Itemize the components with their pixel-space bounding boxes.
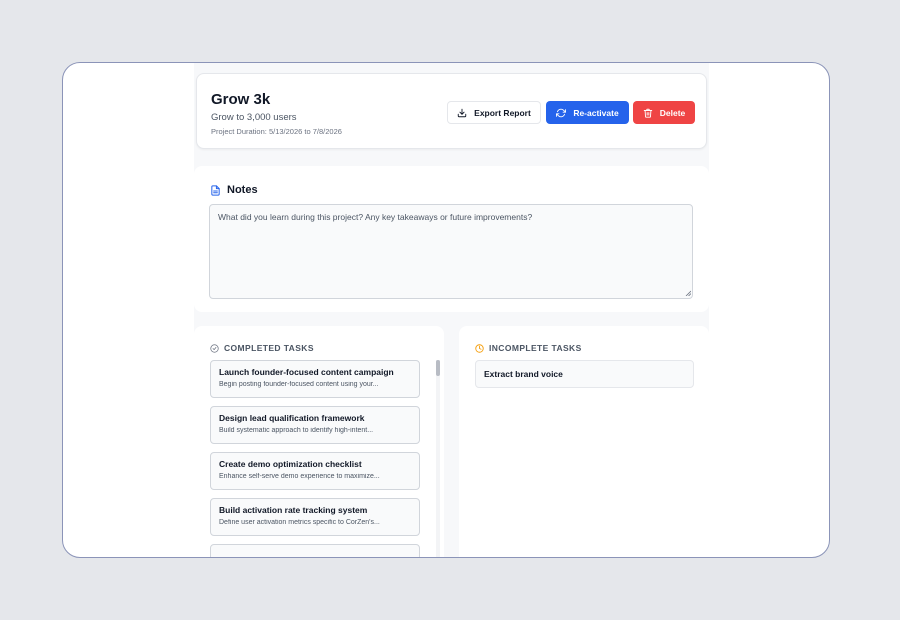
completed-task-item[interactable]: Build activation rate tracking system De… (210, 498, 420, 536)
completed-task-item[interactable]: Design lead qualification framework Buil… (210, 406, 420, 444)
project-content: Grow 3k Grow to 3,000 users Project Dura… (194, 63, 709, 557)
completed-task-item[interactable]: Create demo optimization checklist Enhan… (210, 452, 420, 490)
project-title: Grow 3k (211, 91, 271, 108)
project-subtitle: Grow to 3,000 users (211, 112, 297, 123)
notes-title: Notes (227, 184, 258, 196)
export-report-label: Export Report (474, 107, 531, 118)
task-name: Launch founder-focused content campaign (219, 367, 394, 377)
notes-section: Notes (194, 166, 709, 312)
notes-heading: Notes (210, 184, 258, 196)
document-icon (211, 184, 220, 196)
completed-tasks-label: COMPLETED TASKS (224, 343, 314, 353)
task-name: Design lead qualification framework (219, 413, 365, 423)
trash-icon (643, 108, 652, 118)
task-description: Build systematic approach to identify hi… (219, 427, 374, 434)
delete-button[interactable]: Delete (633, 101, 695, 124)
notes-textarea[interactable] (209, 204, 693, 299)
completed-tasks-panel: COMPLETED TASKS Launch founder-focused c… (194, 326, 444, 557)
reactivate-label: Re-activate (573, 107, 619, 118)
incomplete-tasks-panel: INCOMPLETE TASKS Extract brand voice (459, 326, 709, 557)
task-name: Build activation rate tracking system (219, 505, 368, 515)
incomplete-tasks-heading: INCOMPLETE TASKS (475, 343, 582, 353)
refresh-icon (556, 108, 567, 117)
task-list-scrollbar[interactable] (436, 360, 440, 557)
app-window: Grow 3k Grow to 3,000 users Project Dura… (62, 62, 830, 558)
task-description: Begin posting founder-focused content us… (219, 381, 379, 388)
completed-tasks-heading: COMPLETED TASKS (210, 343, 314, 353)
clock-icon (475, 343, 484, 353)
scrollbar-thumb[interactable] (436, 360, 440, 376)
resize-handle-icon[interactable] (685, 290, 691, 296)
delete-label: Delete (659, 107, 686, 118)
reactivate-button[interactable]: Re-activate (546, 101, 629, 124)
task-description: Enhance self-serve demo experience to ma… (219, 473, 380, 480)
completed-task-list: Launch founder-focused content campaign … (210, 360, 420, 557)
check-circle-icon (210, 343, 219, 353)
download-icon (457, 108, 467, 117)
completed-task-item[interactable]: Launch founder-focused content campaign … (210, 360, 420, 398)
task-name: Create demo optimization checklist (219, 459, 362, 469)
project-duration: Project Duration: 5/13/2026 to 7/8/2026 (211, 127, 342, 136)
project-header: Grow 3k Grow to 3,000 users Project Dura… (196, 73, 707, 149)
incomplete-tasks-label: INCOMPLETE TASKS (489, 343, 582, 353)
export-report-button[interactable]: Export Report (447, 101, 541, 124)
task-description: Define user activation metrics specific … (219, 519, 380, 526)
incomplete-task-item[interactable]: Extract brand voice (475, 360, 694, 388)
completed-task-item[interactable] (210, 544, 420, 557)
